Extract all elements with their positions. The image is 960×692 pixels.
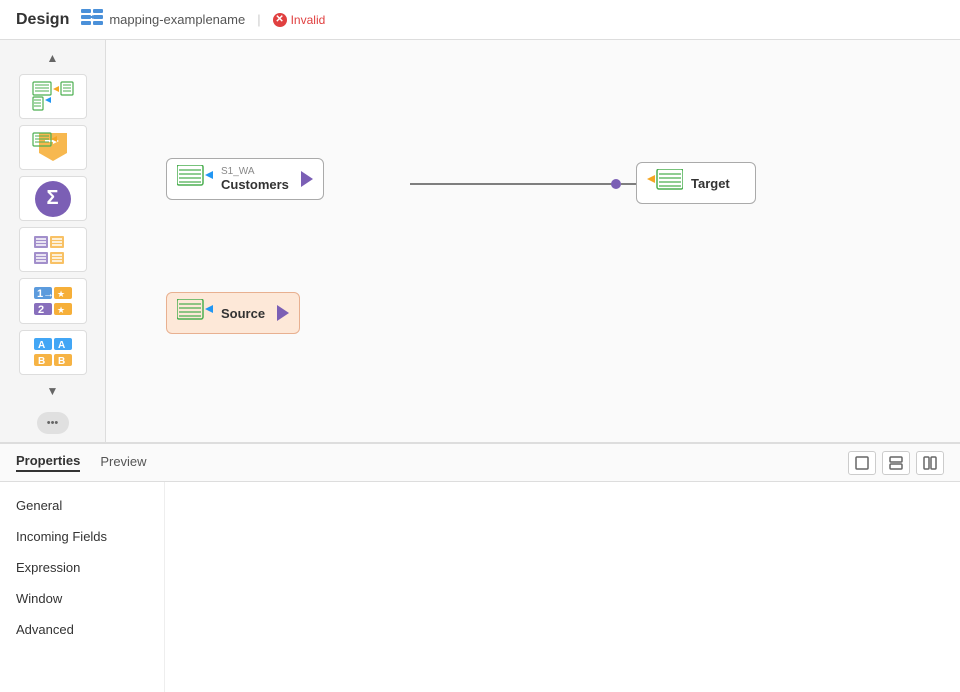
customers-node-sublabel: S1_WA <box>221 166 289 177</box>
connection-svg <box>106 40 960 442</box>
svg-text:A: A <box>38 340 45 351</box>
toolbar-aggregate-button[interactable]: Σ <box>19 176 87 221</box>
target-node[interactable]: Target <box>636 162 756 204</box>
view-split-vertical-button[interactable] <box>882 451 910 475</box>
toolbar-filter-button[interactable] <box>19 227 87 272</box>
mapping-name: mapping-examplename <box>109 12 245 27</box>
customers-node[interactable]: S1_WA Customers <box>166 158 324 200</box>
properties-sidebar: General Incoming Fields Expression Windo… <box>0 482 165 692</box>
scroll-down-button[interactable]: ▼ <box>0 381 105 401</box>
view-buttons <box>848 451 944 475</box>
bottom-content: General Incoming Fields Expression Windo… <box>0 482 960 692</box>
source-node-label: Source <box>221 306 265 321</box>
invalid-icon: ✕ <box>273 13 287 27</box>
scroll-up-button[interactable]: ▲ <box>0 48 105 68</box>
mapping-info: mapping-examplename <box>81 8 245 31</box>
toolbar-expression-button[interactable]: 1→ ★ 2 ★ <box>19 278 87 323</box>
source-node[interactable]: Source <box>166 292 300 334</box>
svg-text:1→: 1→ <box>37 288 54 300</box>
properties-main-area <box>165 482 960 692</box>
design-canvas[interactable]: S1_WA Customers <box>106 40 960 442</box>
sidebar-item-advanced[interactable]: Advanced <box>0 614 164 645</box>
customers-node-name: Customers <box>221 177 289 192</box>
source-node-icon <box>177 299 213 327</box>
svg-text:B: B <box>38 356 45 367</box>
svg-text:★: ★ <box>57 305 65 315</box>
sidebar-item-window[interactable]: Window <box>0 583 164 614</box>
status-badge: ✕ Invalid <box>273 13 326 27</box>
target-node-name: Target <box>691 176 730 191</box>
customers-node-arrow <box>301 171 313 187</box>
app-header: Design mapping-examplename | ✕ Invalid <box>0 0 960 40</box>
tab-properties[interactable]: Properties <box>16 453 80 472</box>
status-label: Invalid <box>291 13 326 27</box>
view-split-horizontal-button[interactable] <box>848 451 876 475</box>
target-node-label: Target <box>691 176 730 191</box>
customers-node-label: S1_WA Customers <box>221 166 289 192</box>
view-full-button[interactable] <box>916 451 944 475</box>
sidebar-item-incoming-fields[interactable]: Incoming Fields <box>0 521 164 552</box>
source-node-arrow <box>277 305 289 321</box>
design-area: ▲ <box>0 40 960 442</box>
bottom-panel: Properties Preview <box>0 442 960 692</box>
toolbar-rename-button[interactable]: A A B B <box>19 330 87 375</box>
header-divider: | <box>257 12 260 27</box>
sidebar-item-general[interactable]: General <box>0 490 164 521</box>
mapping-icon <box>81 8 103 31</box>
svg-text:B: B <box>58 356 65 367</box>
svg-text:2: 2 <box>38 304 44 316</box>
toolbar-source-target-button[interactable] <box>19 74 87 119</box>
customers-node-icon <box>177 165 213 193</box>
toolbar: ▲ <box>0 40 106 442</box>
app-title: Design <box>16 11 69 29</box>
bottom-tabs-bar: Properties Preview <box>0 444 960 482</box>
sidebar-item-expression[interactable]: Expression <box>0 552 164 583</box>
source-node-name: Source <box>221 306 265 321</box>
toolbar-more-button[interactable]: ••• <box>37 412 69 434</box>
svg-text:A: A <box>58 340 65 351</box>
toolbar-transform-button[interactable] <box>19 125 87 170</box>
svg-text:★: ★ <box>57 289 65 299</box>
target-node-icon <box>647 169 683 197</box>
tab-preview[interactable]: Preview <box>100 454 146 471</box>
main-area: ▲ <box>0 40 960 692</box>
